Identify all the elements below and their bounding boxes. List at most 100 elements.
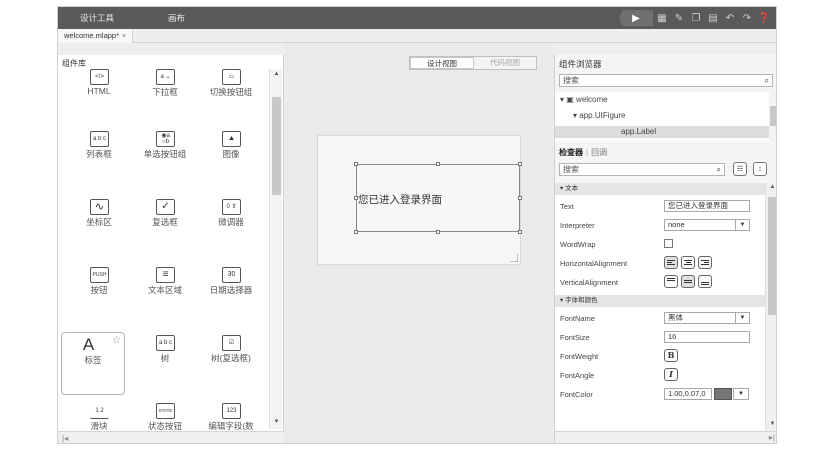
star-icon[interactable]: ☆: [112, 335, 121, 346]
component-text-area[interactable]: ≡ 文本区域: [132, 267, 198, 331]
chevron-down-icon[interactable]: ▼: [735, 312, 749, 324]
component-tree[interactable]: a b c 树: [132, 335, 198, 399]
scroll-up-icon[interactable]: ▲: [768, 184, 776, 190]
component-image[interactable]: ⛰ 图像: [198, 131, 264, 195]
component-html[interactable]: </> HTML: [66, 69, 132, 133]
component-checkbox[interactable]: ✓ 复选框: [132, 199, 198, 263]
paste-icon[interactable]: ▤: [705, 10, 721, 26]
section-text[interactable]: ▾ 文本: [555, 183, 765, 195]
slider-icon: 1 2: [90, 403, 109, 419]
search-icon[interactable]: ⌕: [717, 164, 721, 175]
tab-design-view[interactable]: 设计视图: [410, 57, 474, 69]
tree-node-label-component[interactable]: app.Label: [621, 127, 656, 136]
close-icon[interactable]: ×: [122, 31, 126, 40]
menu-canvas[interactable]: 画布: [168, 12, 185, 24]
prop-fontweight: FontWeight B: [555, 347, 765, 366]
component-toggle-group[interactable]: ▭ 切换按钮组: [198, 69, 264, 133]
group-view-icon[interactable]: ☷: [733, 162, 747, 176]
section-font-color[interactable]: ▾ 字体和颜色: [555, 295, 765, 307]
menu-design-tools[interactable]: 设计工具: [80, 12, 114, 24]
fontsize-field[interactable]: 16: [664, 331, 750, 343]
resize-handle[interactable]: [436, 162, 440, 166]
tree-selection: [555, 126, 769, 138]
date-picker-icon: 30: [222, 267, 241, 283]
resize-handle[interactable]: [518, 162, 522, 166]
bold-icon[interactable]: B: [664, 349, 678, 362]
run-icon[interactable]: ▶: [619, 10, 653, 26]
resize-handle[interactable]: [518, 230, 522, 234]
help-icon[interactable]: ❓: [756, 10, 772, 26]
scroll-down-icon[interactable]: ▼: [272, 419, 281, 425]
text-field[interactable]: 您已进入登录界面: [664, 200, 750, 212]
browser-search-input[interactable]: 搜索 ⌕: [559, 74, 773, 87]
tab-callbacks[interactable]: 回调: [591, 148, 607, 157]
fontcolor-field[interactable]: 1.00,0.07,0: [664, 388, 712, 400]
pen-icon[interactable]: ✎: [671, 10, 687, 26]
search-icon[interactable]: ⌕: [765, 75, 769, 86]
component-axes[interactable]: ∿ 坐标区: [66, 199, 132, 263]
scroll-down-icon[interactable]: ▼: [768, 421, 776, 427]
redo-icon[interactable]: ↷: [739, 10, 755, 26]
interpreter-dropdown[interactable]: none ▼: [664, 219, 750, 231]
resize-handle[interactable]: [518, 196, 522, 200]
save-icon[interactable]: ▦: [654, 10, 670, 26]
color-picker-dropdown[interactable]: ▼: [733, 388, 749, 400]
figure-resize-grip-icon[interactable]: [510, 254, 518, 262]
prop-text: Text 您已进入登录界面: [555, 197, 765, 216]
italic-icon[interactable]: I: [664, 368, 678, 381]
component-checkbox-tree[interactable]: ☑ 树(复选框): [198, 335, 264, 399]
tree-node-uifigure[interactable]: ▾ app.UIFigure: [573, 111, 626, 120]
component-radio-group[interactable]: ◉a ○b 单选按钮组: [132, 131, 198, 195]
scroll-right-icon[interactable]: ▸|: [769, 433, 775, 442]
color-swatch[interactable]: [714, 388, 732, 400]
scroll-up-icon[interactable]: ▲: [272, 71, 281, 77]
tree-node-welcome[interactable]: ▾ ▣ welcome: [560, 95, 608, 104]
ui-figure[interactable]: 您已进入登录界面: [317, 135, 522, 265]
align-right-icon[interactable]: [698, 256, 712, 269]
scroll-left-icon[interactable]: |◂: [62, 434, 68, 443]
fontname-dropdown[interactable]: 黑体 ▼: [664, 312, 750, 324]
ui-label[interactable]: 您已进入登录界面: [354, 162, 522, 234]
chevron-down-icon[interactable]: ▼: [735, 219, 749, 231]
component-dropdown[interactable]: a ⌄ 下拉框: [132, 69, 198, 133]
sort-az-icon[interactable]: ↕: [753, 162, 767, 176]
valign-bottom-icon[interactable]: [698, 275, 712, 288]
resize-handle[interactable]: [354, 196, 358, 200]
resize-handle[interactable]: [436, 230, 440, 234]
library-scrollbar[interactable]: ▲ ▼: [269, 69, 282, 429]
component-label: 文本区域: [147, 285, 182, 295]
resize-handle[interactable]: [354, 162, 358, 166]
component-label-selected[interactable]: A ☆ 标签: [61, 332, 125, 395]
inspector-footer[interactable]: ▸|: [555, 431, 776, 443]
valign-middle-icon[interactable]: [681, 275, 695, 288]
valign-top-icon[interactable]: [664, 275, 678, 288]
copy-icon[interactable]: ❐: [688, 10, 704, 26]
property-inspector: ▾ 文本 Text 您已进入登录界面 Interpreter none ▼ Wor…: [555, 183, 765, 443]
library-scroll-thumb[interactable]: [272, 97, 281, 195]
component-numeric-field[interactable]: 123 编辑字段(数: [198, 403, 264, 431]
inspector-scrollbar[interactable]: ▲ ▼: [765, 183, 776, 431]
wordwrap-checkbox[interactable]: [664, 239, 673, 248]
tree-scrollbar[interactable]: [769, 92, 776, 141]
align-left-icon[interactable]: [664, 256, 678, 269]
file-tab-welcome[interactable]: welcome.mlapp* ×: [58, 29, 134, 43]
prop-horizontal-alignment: HorizontalAlignment: [555, 254, 765, 273]
prop-name: VerticalAlignment: [560, 278, 618, 287]
component-push-button[interactable]: PUSH 按钮: [66, 267, 132, 331]
tab-code-view[interactable]: 代码视图: [474, 57, 536, 69]
component-listbox[interactable]: a b c 列表框: [66, 131, 132, 195]
align-center-icon[interactable]: [681, 256, 695, 269]
component-date-picker[interactable]: 30 日期选择器: [198, 267, 264, 331]
component-browser-title: 组件浏览器: [559, 59, 602, 69]
undo-icon[interactable]: ↶: [722, 10, 738, 26]
component-slider[interactable]: 1 2 滑块: [66, 403, 132, 431]
tab-inspector[interactable]: 检查器: [559, 148, 583, 157]
inspector-search-input[interactable]: 搜索 ⌕: [559, 163, 725, 176]
inspector-scroll-thumb[interactable]: [768, 197, 776, 315]
tree-scroll-thumb[interactable]: [770, 106, 776, 126]
resize-handle[interactable]: [354, 230, 358, 234]
component-spinner[interactable]: 0 ⇕ 微调器: [198, 199, 264, 263]
library-footer[interactable]: |◂: [58, 431, 284, 443]
chevron-down-icon[interactable]: ▼: [734, 388, 748, 400]
component-state-button[interactable]: STATE 状态按钮: [132, 403, 198, 431]
